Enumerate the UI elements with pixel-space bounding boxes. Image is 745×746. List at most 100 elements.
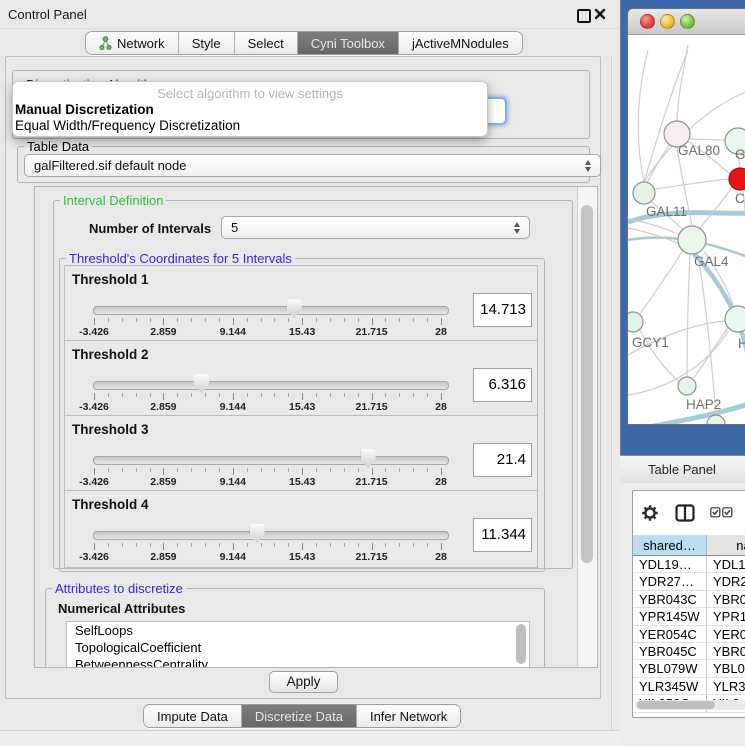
number-of-intervals-combobox[interactable]: 5 [221,216,530,239]
table-cell[interactable]: YPR145W [633,608,707,625]
zoom-traffic-light-icon[interactable] [680,14,695,29]
slider-thumb[interactable] [361,449,376,468]
network-edge [677,45,688,121]
table-row[interactable]: YDL19…YDL1 [633,556,745,573]
tick-mark [136,393,137,397]
close-traffic-light-icon[interactable] [640,14,655,29]
apply-button[interactable]: Apply [269,671,338,693]
table-cell[interactable]: YDR27… [633,573,707,590]
network-canvas[interactable]: GAL80GCGAL11GAL4GCY1HHAP2 [628,35,745,424]
slider-track[interactable] [93,306,449,315]
scrollbar-thumb[interactable] [637,701,715,709]
list-item[interactable]: SelfLoops [67,622,529,639]
network-node[interactable] [725,306,745,332]
table-row[interactable]: YLR345WYLR3 [633,678,745,695]
group-title: Threshold's Coordinates for 5 Intervals [66,251,295,266]
slider-thumb[interactable] [194,374,209,393]
tick-mark [205,393,206,397]
tab-style[interactable]: Style [178,32,234,54]
threshold-value-field[interactable]: 11.344 [473,518,532,552]
slider-thumb[interactable] [287,299,302,318]
table-cell[interactable]: YBR045C [633,643,707,660]
tick-mark [136,543,137,547]
table-row[interactable]: YDR27…YDR2 [633,573,745,590]
list-item[interactable]: TopologicalCoefficient [67,639,529,656]
tab-label: Impute Data [157,709,228,724]
numerical-attributes-label: Numerical Attributes [58,601,185,616]
tab-infer-network[interactable]: Infer Network [356,705,460,727]
attributes-group: Attributes to discretize Numerical Attri… [45,588,545,668]
table-cell[interactable]: YBR0 [707,591,745,608]
table-header-row: shared…na [633,535,745,556]
network-view-window: GAL80GCGAL11GAL4GCY1HHAP2 [627,8,745,425]
tab-jactivemnodules[interactable]: jActiveMNodules [398,32,522,54]
threshold-value-field[interactable]: 21.4 [473,443,532,477]
checkbox-columns-icon[interactable] [710,507,734,518]
column-header[interactable]: shared… [633,535,707,556]
table-cell[interactable]: YLR3 [707,678,745,695]
table-row[interactable]: YBR045CYBR0 [633,643,745,660]
tab-discretize-data[interactable]: Discretize Data [241,705,356,727]
network-edge [655,179,729,189]
slider-thumb[interactable] [250,524,265,543]
gear-icon[interactable] [641,504,659,522]
list-item[interactable]: BetweennessCentrality [67,656,529,668]
tab-cyni-toolbox[interactable]: Cyni Toolbox [297,32,398,54]
dropdown-option[interactable]: Manual Discretization [15,102,154,117]
interval-definition-group: Interval Definition Number of Intervals … [53,200,573,569]
tick-label: 2.859 [150,401,176,413]
threshold-value-field[interactable]: 14.713 [473,293,532,327]
table-panel-region: shared…na YDL19…YDL1YDR27…YDR2YBR043CYBR… [620,483,745,745]
tick-mark [399,393,400,397]
table-data-combobox[interactable]: galFiltered.sif default node [24,154,601,177]
table-cell[interactable]: YER0 [707,626,745,643]
tab-select[interactable]: Select [234,32,297,54]
tick-mark [316,318,317,322]
vertical-scrollbar[interactable] [577,187,597,667]
network-node[interactable] [678,377,696,395]
slider-track[interactable] [93,531,449,540]
tick-label: 15.43 [289,401,315,413]
table-cell[interactable]: YER054C [633,626,707,643]
minimize-traffic-light-icon[interactable] [660,14,675,29]
tab-impute-data[interactable]: Impute Data [144,705,241,727]
tick-label: -3.426 [79,326,109,338]
slider-track[interactable] [93,381,449,390]
tick-mark [385,543,386,547]
table-row[interactable]: YBL079WYBL0 [633,660,745,677]
table-row[interactable]: YPR145WYPR1 [633,608,745,625]
scrollbar-thumb[interactable] [581,205,593,563]
network-node[interactable] [628,312,643,332]
threshold-value-field[interactable]: 6.316 [473,368,532,402]
table-row[interactable]: YER054CYER0 [633,626,745,643]
close-icon[interactable] [594,8,606,20]
network-icon [99,36,112,51]
table-cell[interactable]: YBR043C [633,591,707,608]
network-node[interactable] [678,226,706,254]
network-node[interactable] [633,182,655,204]
table-cell[interactable]: YDL19… [633,556,707,573]
table-row[interactable]: YBR043CYBR0 [633,591,745,608]
table-cell[interactable]: YBL0 [707,660,745,677]
list-scrollbar-thumb[interactable] [516,624,526,664]
tick-mark [177,393,178,397]
tab-network[interactable]: Network [86,32,178,54]
network-window-titlebar[interactable] [628,9,745,35]
split-panel-icon[interactable] [675,504,695,522]
node-label: GCY1 [632,335,669,350]
table-cell[interactable]: YLR345W [633,678,707,695]
column-header[interactable]: na [707,535,745,556]
table-cell[interactable]: YDL1 [707,556,745,573]
float-window-icon[interactable] [577,9,591,23]
slider-track[interactable] [93,456,449,465]
control-panel: Control Panel NetworkStyleSelectCyni Too… [0,0,620,745]
table-cell[interactable]: YDR2 [707,573,745,590]
horizontal-scrollbar[interactable] [635,700,745,710]
dropdown-option[interactable]: Equal Width/Frequency Discretization [15,118,240,133]
table-cell[interactable]: YPR1 [707,608,745,625]
attributes-list[interactable]: SelfLoopsTopologicalCoefficientBetweenne… [66,621,530,668]
network-node[interactable] [729,168,745,190]
table-cell[interactable]: YBR0 [707,643,745,660]
tick-mark [247,318,248,322]
table-cell[interactable]: YBL079W [633,660,707,677]
